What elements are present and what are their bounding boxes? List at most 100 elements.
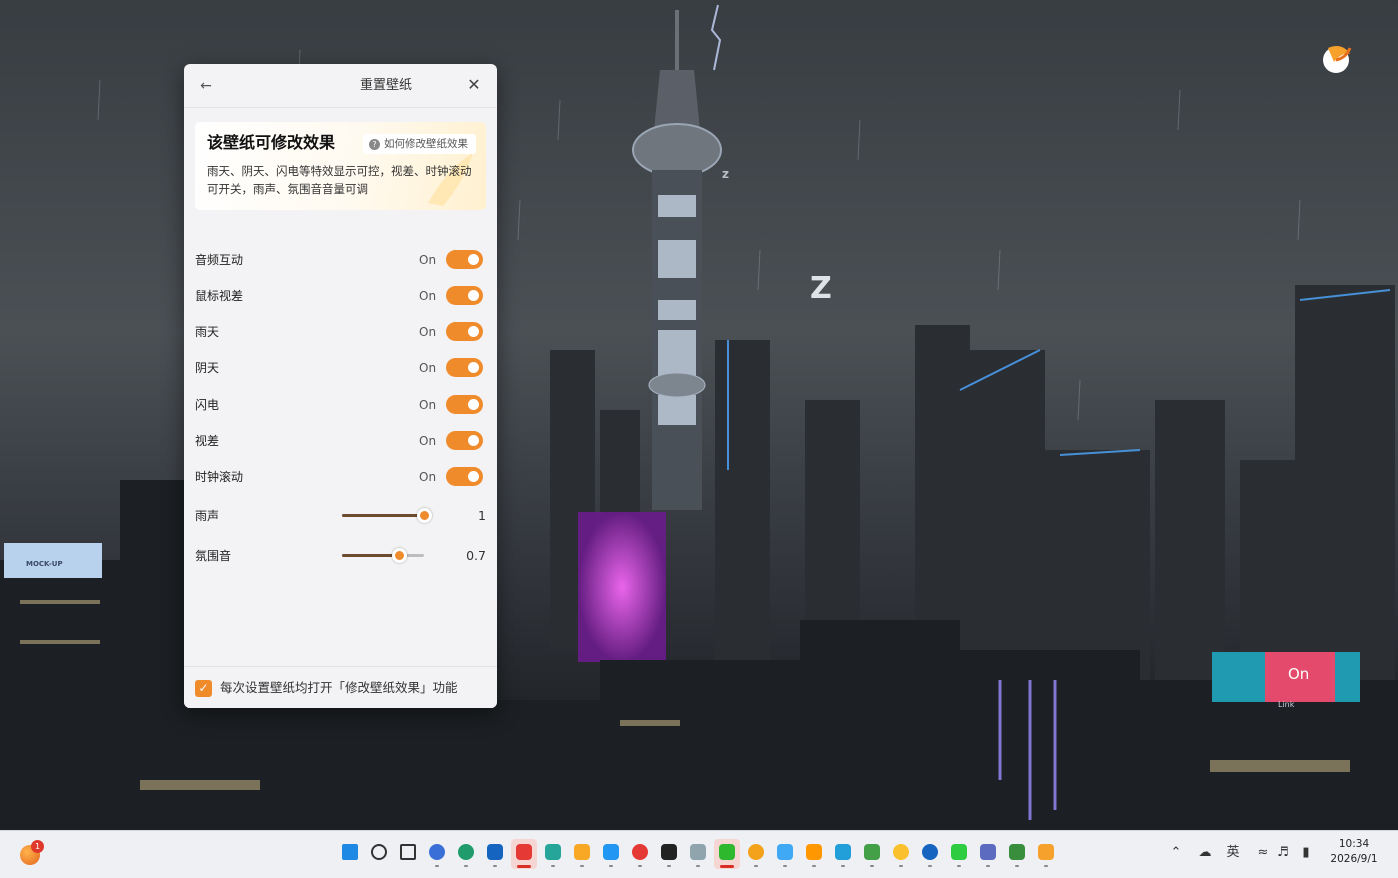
cloud-taskbar-button[interactable] xyxy=(975,839,1001,869)
info-description: 雨天、阴天、闪电等特效显示可控，视差、时钟滚动可开关，雨声、氛围音音量可调 xyxy=(207,164,472,196)
svg-text:z: z xyxy=(722,167,729,181)
running-indicator xyxy=(517,865,531,868)
running-indicator xyxy=(551,865,555,867)
setting-state: On xyxy=(419,325,437,339)
notes-taskbar-button[interactable] xyxy=(685,839,711,869)
setting-state: On xyxy=(419,361,437,375)
setting-row-ambient-sound: 氛围音 0.7 xyxy=(184,544,497,568)
running-indicator xyxy=(783,865,787,867)
battery-button[interactable]: ▮ xyxy=(1297,843,1315,863)
clock[interactable]: 10:34 2026/9/1 xyxy=(1326,837,1382,867)
browser-taskbar-button[interactable] xyxy=(424,839,450,869)
search-taskbar-button[interactable] xyxy=(366,839,392,869)
setting-label: 阴天 xyxy=(195,361,220,375)
notes-icon xyxy=(690,844,706,860)
ambient-sound-slider[interactable] xyxy=(342,548,424,563)
running-indicator xyxy=(609,865,613,867)
lemon-taskbar-button[interactable] xyxy=(888,839,914,869)
edge-taskbar-button[interactable] xyxy=(453,839,479,869)
info-card: 该壁纸可修改效果 ? 如何修改壁纸效果 雨天、阴天、闪电等特效显示可控，视差、时… xyxy=(195,122,486,210)
pinterest-taskbar-button[interactable] xyxy=(511,839,537,869)
wallpaper-effects-panel: ← 重置壁纸 ✕ 该壁纸可修改效果 ? 如何修改壁纸效果 雨天、阴天、闪电等特效… xyxy=(184,64,497,708)
qq-taskbar-button[interactable] xyxy=(656,839,682,869)
browser-2-taskbar-button[interactable] xyxy=(743,839,769,869)
running-indicator xyxy=(1015,865,1019,867)
speaker-button[interactable]: ♬ xyxy=(1274,843,1292,863)
network-status-button[interactable]: ☁ xyxy=(1196,843,1214,863)
calculator-taskbar-button[interactable] xyxy=(772,839,798,869)
chrome-taskbar-button[interactable] xyxy=(627,839,653,869)
vpn-taskbar-button[interactable] xyxy=(1004,839,1030,869)
setting-state: On xyxy=(419,253,437,267)
game-taskbar-button[interactable] xyxy=(801,839,827,869)
clock-time: 10:34 xyxy=(1338,838,1370,850)
photo-app-taskbar-button[interactable] xyxy=(540,839,566,869)
running-indicator xyxy=(957,865,961,867)
running-indicator xyxy=(720,865,734,868)
slider-thumb[interactable] xyxy=(392,548,408,563)
mouse-parallax-toggle[interactable] xyxy=(446,286,483,305)
edge-icon xyxy=(458,844,474,860)
sync-app-icon xyxy=(603,844,619,860)
rain-sound-slider[interactable] xyxy=(342,508,432,523)
sync-app-taskbar-button[interactable] xyxy=(598,839,624,869)
qq-icon xyxy=(661,844,677,860)
telegram-taskbar-button[interactable] xyxy=(830,839,856,869)
setting-row-lightning: 闪电 On xyxy=(184,393,497,417)
message-app-taskbar-button[interactable] xyxy=(946,839,972,869)
checkmark-icon: ✓ xyxy=(198,681,209,695)
setting-row-audio-interaction: 音频互动 On xyxy=(184,248,497,272)
store-taskbar-button[interactable] xyxy=(482,839,508,869)
setting-row-rain: 雨天 On xyxy=(184,320,497,344)
wallpaper-app-icon xyxy=(1038,844,1054,860)
setting-row-rain-sound: 雨声 1 xyxy=(184,504,497,528)
slider-value: 1 xyxy=(478,508,486,523)
close-button[interactable]: ✕ xyxy=(464,75,484,95)
task-view-taskbar-button[interactable] xyxy=(395,839,421,869)
wallpaper-app-logo-icon[interactable] xyxy=(1320,40,1356,76)
ime-label: 英 xyxy=(1226,845,1240,860)
file-explorer-icon xyxy=(574,844,590,860)
slider-value: 0.7 xyxy=(466,548,486,563)
setting-label: 时钟滚动 xyxy=(195,470,244,484)
setting-row-mouse-parallax: 鼠标视差 On xyxy=(184,284,497,308)
running-indicator xyxy=(754,865,758,867)
telegram-icon xyxy=(835,844,851,860)
ime-button[interactable]: 英 xyxy=(1224,843,1242,863)
setting-label: 视差 xyxy=(195,434,220,448)
video-app-taskbar-button[interactable] xyxy=(917,839,943,869)
windows-start-taskbar-button[interactable] xyxy=(337,839,363,869)
slider-thumb[interactable] xyxy=(417,508,432,523)
wechat-taskbar-button[interactable] xyxy=(714,839,740,869)
chat-app-taskbar-button[interactable] xyxy=(859,839,885,869)
running-indicator xyxy=(580,865,584,867)
chrome-icon xyxy=(632,844,648,860)
open-effects-checkbox[interactable]: ✓ xyxy=(195,680,212,697)
lightning-toggle[interactable] xyxy=(446,395,483,414)
show-hidden-icons-button[interactable]: ⌃ xyxy=(1167,843,1185,863)
wallpaper-app-taskbar-button[interactable] xyxy=(1033,839,1059,869)
running-indicator xyxy=(1044,865,1048,867)
back-button[interactable]: ← xyxy=(196,76,216,96)
close-icon: ✕ xyxy=(467,75,481,94)
wifi-button[interactable]: ≈ xyxy=(1254,843,1272,863)
clock-scroll-toggle[interactable] xyxy=(446,467,483,486)
running-indicator xyxy=(928,865,932,867)
notification-app-button[interactable]: 1 xyxy=(20,840,44,866)
audio-interaction-toggle[interactable] xyxy=(446,250,483,269)
calculator-icon xyxy=(777,844,793,860)
setting-row-cloudy: 阴天 On xyxy=(184,356,497,380)
parallax-toggle[interactable] xyxy=(446,431,483,450)
running-indicator xyxy=(493,865,497,867)
cloudy-toggle[interactable] xyxy=(446,358,483,377)
file-explorer-taskbar-button[interactable] xyxy=(569,839,595,869)
rain-toggle[interactable] xyxy=(446,322,483,341)
notification-badge: 1 xyxy=(31,840,44,853)
help-link-button[interactable]: ? 如何修改壁纸效果 xyxy=(363,134,476,154)
info-title: 该壁纸可修改效果 xyxy=(207,133,336,152)
windows-start-icon xyxy=(342,844,358,860)
search-icon xyxy=(371,844,387,860)
taskbar: 1 ⌃ ☁ 英 ≈ ♬ ▮ 10:34 2026/9/1 xyxy=(0,830,1398,878)
battery-icon: ▮ xyxy=(1302,845,1310,860)
wechat-icon xyxy=(719,844,735,860)
